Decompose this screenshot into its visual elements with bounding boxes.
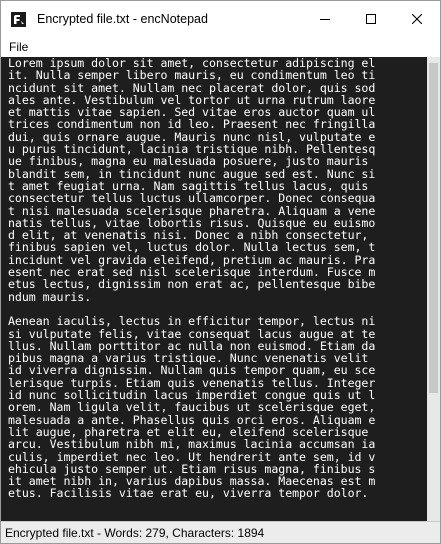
app-window: Encrypted file.txt - encNotepad File Lor… [0, 0, 441, 544]
status-text: Encrypted file.txt - Words: 279, Charact… [5, 526, 265, 540]
editor-line: ndum mauris. [8, 289, 92, 304]
text-editor[interactable]: Lorem ipsum dolor sit amet, consectetur … [1, 57, 427, 521]
menu-file[interactable]: File [9, 40, 28, 54]
editor-content[interactable]: Lorem ipsum dolor sit amet, consectetur … [1, 57, 427, 500]
close-icon [412, 14, 422, 24]
minimize-button[interactable] [302, 1, 348, 37]
vertical-scrollbar[interactable] [427, 57, 440, 521]
close-button[interactable] [394, 1, 440, 37]
window-title: Encrypted file.txt - encNotepad [37, 12, 208, 26]
title-bar[interactable]: Encrypted file.txt - encNotepad [1, 1, 440, 37]
maximize-button[interactable] [348, 1, 394, 37]
scrollbar-thumb[interactable] [429, 63, 438, 393]
status-bar: Encrypted file.txt - Words: 279, Charact… [1, 521, 440, 543]
editor-line: etus. Facilisis vitae erat eu, viverra t… [8, 486, 369, 501]
maximize-icon [366, 14, 376, 24]
minimize-icon [320, 14, 330, 24]
encnotepad-app-icon [11, 12, 26, 27]
menu-bar: File [1, 37, 440, 57]
